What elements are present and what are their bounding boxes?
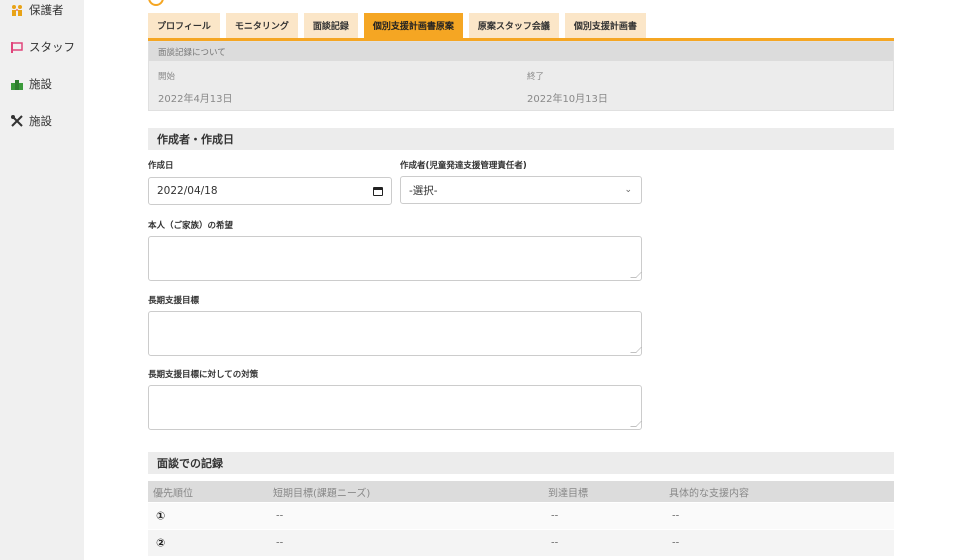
date-value: 2022/04/18 (157, 185, 218, 197)
long-measure-textarea[interactable] (148, 385, 642, 430)
header-target: 到達目標 (548, 488, 588, 499)
sidebar-item-tools[interactable]: 施設 (10, 111, 52, 131)
tab-profile[interactable]: プロフィール (148, 13, 220, 38)
support-cell: -- (672, 510, 680, 522)
staff-icon (10, 40, 24, 54)
tab-draft-staff-meeting[interactable]: 原案スタッフ会議 (468, 13, 559, 38)
priority-cell: ② (156, 536, 166, 550)
priority-cell: ① (156, 509, 166, 523)
author-select[interactable]: -選択- ⌄ (400, 176, 642, 204)
sidebar-item-label: 施設 (29, 114, 52, 128)
tab-bar: プロフィール モニタリング 面談記録 個別支援計画書原案 原案スタッフ会議 個別… (148, 13, 646, 38)
tab-monitoring[interactable]: モニタリング (225, 13, 298, 38)
table-row[interactable]: ① -- -- -- (148, 503, 894, 529)
sidebar-item-label: スタッフ (29, 40, 75, 54)
facility-icon (10, 77, 24, 91)
tools-icon (10, 114, 24, 128)
date-input[interactable]: 2022/04/18 (148, 177, 392, 205)
sidebar-item-label: 保護者 (29, 3, 64, 17)
wish-label: 本人（ご家族）の希望 (148, 221, 234, 231)
short-goal-cell: -- (276, 510, 284, 522)
guardians-icon (10, 3, 24, 17)
calendar-icon[interactable] (373, 187, 383, 196)
header-support: 具体的な支援内容 (669, 488, 749, 499)
support-cell: -- (672, 537, 680, 549)
long-measure-label: 長期支援目標に対しての対策 (148, 370, 259, 380)
table-row[interactable]: ② -- -- -- (148, 530, 894, 556)
long-goal-textarea[interactable] (148, 311, 642, 356)
tab-support-plan-draft[interactable]: 個別支援計画書原案 (363, 13, 463, 38)
author-section-title: 作成者・作成日 (148, 128, 894, 150)
records-section-title: 面談での記録 (148, 452, 894, 474)
wish-textarea[interactable] (148, 236, 642, 281)
header-priority: 優先順位 (153, 488, 193, 499)
resize-grip-icon[interactable] (630, 272, 642, 278)
sidebar-item-staff[interactable]: スタッフ (10, 37, 75, 57)
tab-support-plan[interactable]: 個別支援計画書 (564, 13, 646, 38)
start-value: 2022年4月13日 (158, 94, 233, 105)
header-short-goal: 短期目標(課題ニーズ) (273, 488, 371, 499)
records-table-header: 優先順位 短期目標(課題ニーズ) 到達目標 具体的な支援内容 (148, 481, 894, 502)
end-value: 2022年10月13日 (527, 94, 608, 105)
sidebar-item-label: 施設 (29, 77, 52, 91)
tab-interview-records[interactable]: 面談記録 (303, 13, 358, 38)
end-label: 終了 (527, 72, 545, 82)
chevron-down-icon: ⌄ (624, 185, 632, 195)
date-label: 作成日 (148, 161, 174, 171)
long-goal-label: 長期支援目標 (148, 296, 200, 306)
interview-info-heading: 面談記録について (149, 42, 893, 61)
target-cell: -- (551, 510, 559, 522)
author-selected-value: -選択- (409, 184, 438, 197)
start-label: 開始 (158, 72, 176, 82)
author-label: 作成者(児童発達支援管理責任者) (400, 161, 527, 171)
sidebar-item-facility[interactable]: 施設 (10, 74, 52, 94)
main-content: プロフィール モニタリング 面談記録 個別支援計画書原案 原案スタッフ会議 個別… (84, 0, 960, 560)
interview-info-panel: 面談記録について 開始 2022年4月13日 終了 2022年10月13日 (148, 41, 894, 111)
resize-grip-icon[interactable] (630, 421, 642, 427)
short-goal-cell: -- (276, 537, 284, 549)
sidebar-item-guardians[interactable]: 保護者 (10, 0, 64, 20)
status-circle-icon (148, 0, 164, 6)
target-cell: -- (551, 537, 559, 549)
resize-grip-icon[interactable] (630, 347, 642, 353)
sidebar: 保護者 スタッフ 施設 施設 (0, 0, 84, 560)
